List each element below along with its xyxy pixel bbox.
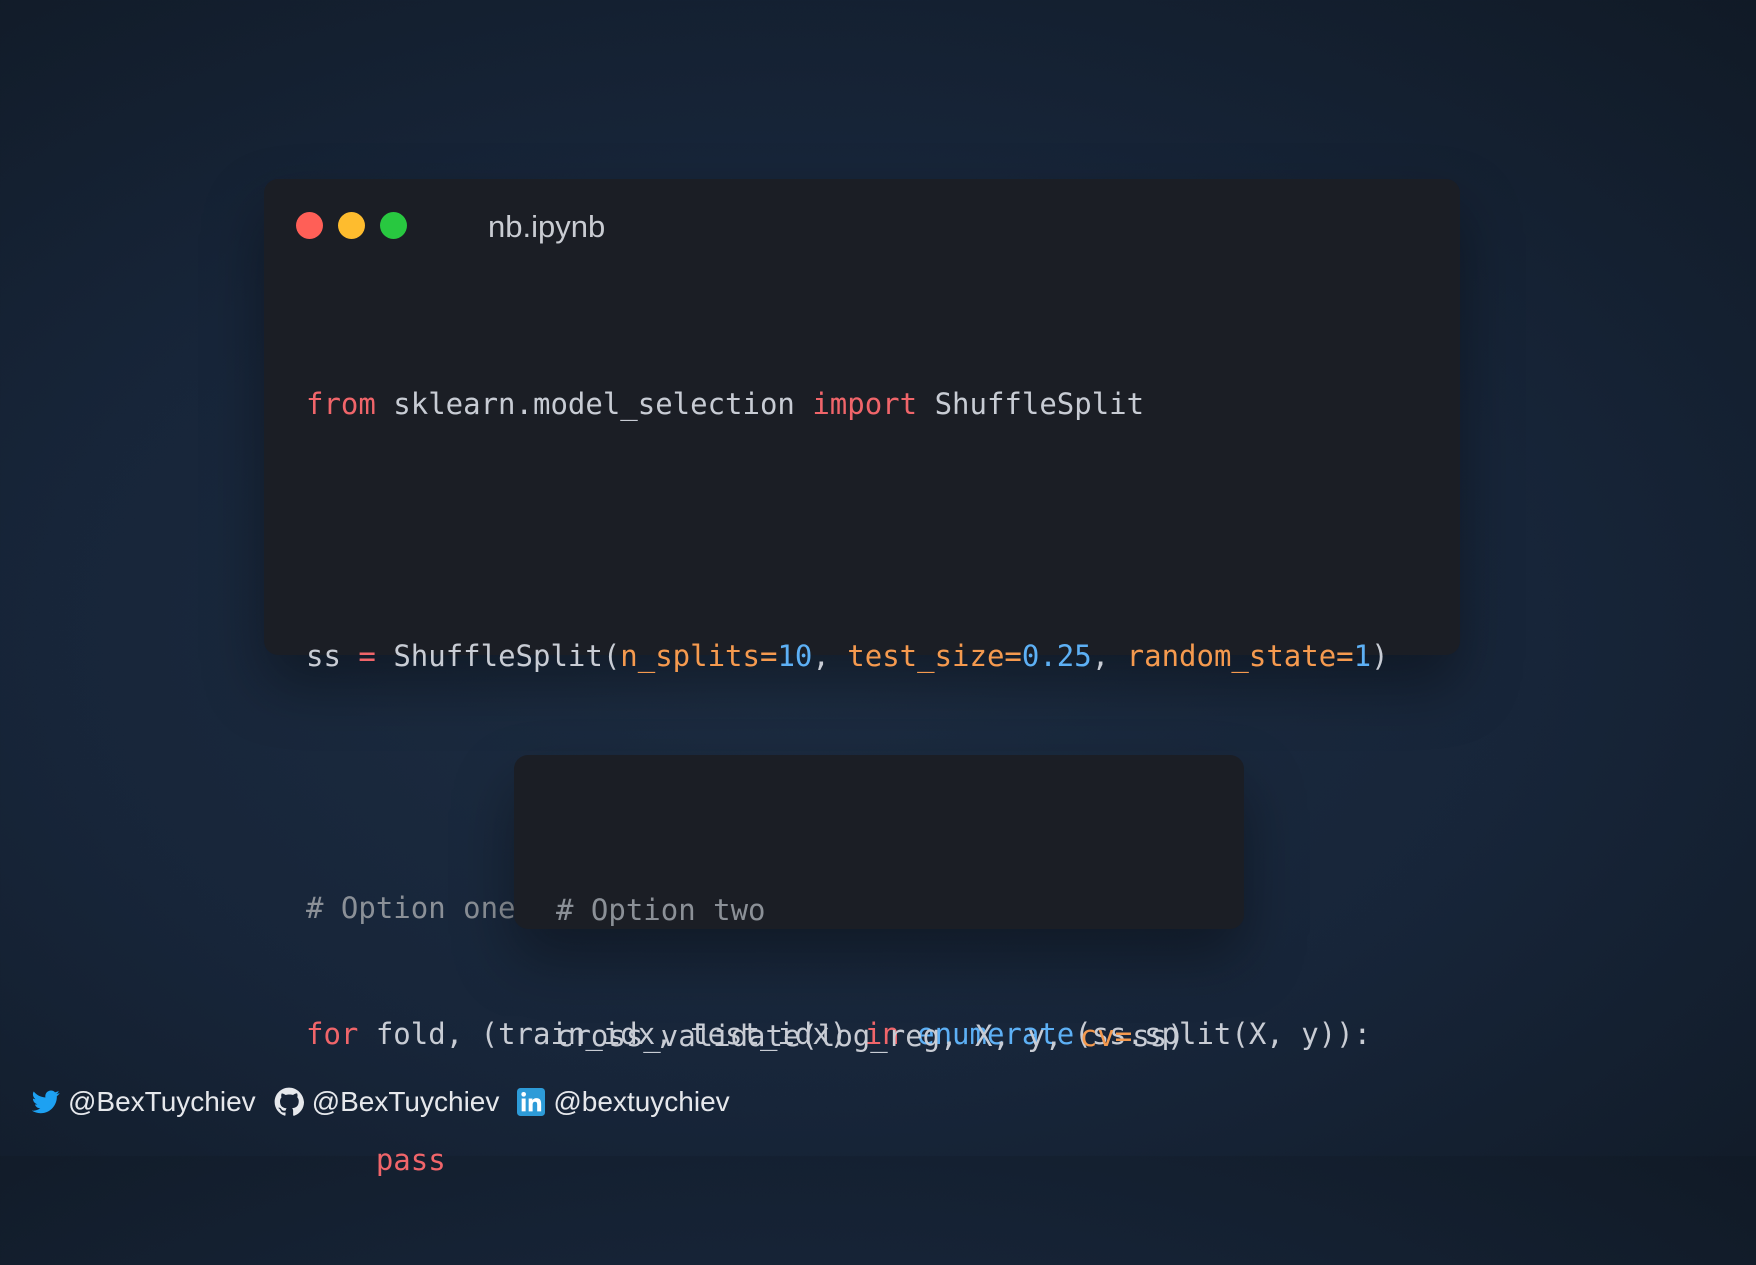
close-dot-icon[interactable]	[296, 212, 323, 239]
separator: ,	[1091, 639, 1127, 673]
operator-equals: =	[358, 639, 376, 673]
github-handle: @BexTuychiev	[311, 1086, 500, 1117]
code-line-assign: ss = ShuffleSplit(n_splits=10, test_size…	[306, 635, 1389, 677]
twitter-link[interactable]: @BexTuychiev	[32, 1086, 256, 1118]
code-line-pass: pass	[306, 1139, 1389, 1181]
keyword-for: for	[306, 1017, 359, 1051]
social-footer: @BexTuychiev @BexTuychiev @bextuychiev	[32, 1086, 748, 1118]
call-cross-validate: cross_validate(log_reg, X, y,	[556, 1019, 1080, 1053]
call-shufflesplit: ShuffleSplit(	[375, 639, 621, 673]
arg-test-size: test_size=	[847, 639, 1022, 673]
twitter-handle: @BexTuychiev	[68, 1086, 256, 1117]
code-line-comment-two: # Option two	[556, 889, 1185, 931]
module-name: sklearn.model_selection	[375, 387, 813, 421]
code-window-main: nb.ipynb from sklearn.model_selection im…	[264, 179, 1460, 1177]
value-random-state: 1	[1353, 639, 1372, 673]
value-n-splits: 10	[777, 639, 813, 673]
window-titlebar: nb.ipynb	[264, 179, 1460, 275]
keyword-pass: pass	[375, 1143, 446, 1177]
comment-option-one: # Option one	[306, 891, 516, 925]
window-title: nb.ipynb	[488, 209, 606, 244]
code-line-import: from sklearn.model_selection import Shuf…	[306, 383, 1389, 425]
var-ss: ss	[306, 639, 359, 673]
linkedin-link[interactable]: @bextuychiev	[517, 1086, 730, 1118]
close-paren: )	[1371, 639, 1389, 673]
linkedin-icon	[517, 1088, 546, 1116]
minimize-dot-icon[interactable]	[338, 212, 365, 239]
twitter-icon	[32, 1090, 60, 1114]
arg-n-splits: n_splits=	[620, 639, 778, 673]
code-window-secondary: # Option two cross_validate(log_reg, X, …	[514, 755, 1244, 1053]
comment-option-two: # Option two	[556, 893, 766, 927]
arg-cv: cv=	[1079, 1019, 1133, 1053]
arg-random-state: random_state=	[1126, 639, 1354, 673]
keyword-from: from	[306, 387, 376, 421]
keyword-import: import	[812, 387, 918, 421]
value-test-size: 0.25	[1021, 639, 1092, 673]
imported-name: ShuffleSplit	[917, 387, 1145, 421]
linkedin-handle: @bextuychiev	[553, 1086, 730, 1117]
code-line-cross-validate: cross_validate(log_reg, X, y, cv=ss)	[556, 1015, 1185, 1057]
maximize-dot-icon[interactable]	[380, 212, 407, 239]
github-icon	[274, 1087, 304, 1116]
separator: ,	[812, 639, 848, 673]
value-cv: ss)	[1132, 1019, 1185, 1053]
github-link[interactable]: @BexTuychiev	[274, 1086, 500, 1118]
